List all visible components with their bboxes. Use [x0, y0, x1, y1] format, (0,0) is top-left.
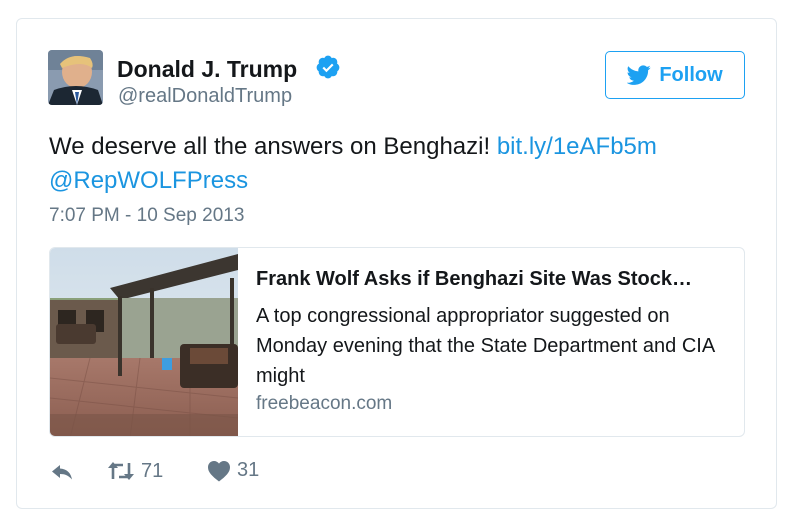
reply-button[interactable] — [50, 459, 74, 483]
link-preview-title[interactable]: Frank Wolf Asks if Benghazi Site Was Sto… — [256, 268, 731, 291]
tweet-text: We deserve all the answers on Benghazi! … — [49, 130, 749, 198]
link-preview-image — [50, 248, 239, 436]
tweet-text-body: We deserve all the answers on Benghazi! — [49, 133, 497, 160]
follow-button[interactable]: Follow — [605, 51, 745, 99]
reply-icon — [52, 465, 72, 480]
link-preview-domain: freebeacon.com — [256, 393, 393, 414]
link-preview-description: A top congressional appropriator suggest… — [256, 305, 715, 387]
like-count: 31 — [237, 459, 260, 481]
like-button[interactable]: 31 — [207, 459, 259, 482]
tweet-timestamp[interactable]: 7:07 PM - 10 Sep 2013 — [49, 205, 244, 227]
retweet-button[interactable]: 71 — [107, 459, 163, 483]
user-handle[interactable]: @realDonaldTrump — [118, 85, 292, 108]
follow-label: Follow — [659, 63, 723, 86]
link-preview-card[interactable]: Frank Wolf Asks if Benghazi Site Was Sto… — [49, 247, 745, 437]
tweet-link[interactable]: bit.ly/1eAFb5m — [497, 133, 657, 160]
retweet-count: 71 — [141, 459, 164, 482]
heart-icon — [208, 460, 230, 481]
verified-badge-icon — [315, 54, 341, 80]
retweet-icon — [108, 462, 134, 480]
tweet-mention[interactable]: @RepWOLFPress — [49, 167, 248, 194]
display-name[interactable]: Donald J. Trump — [117, 56, 297, 83]
tweet-card: Donald J. Trump @realDonaldTrump Follow … — [16, 18, 777, 509]
avatar[interactable] — [48, 50, 103, 105]
twitter-bird-icon — [627, 65, 651, 85]
